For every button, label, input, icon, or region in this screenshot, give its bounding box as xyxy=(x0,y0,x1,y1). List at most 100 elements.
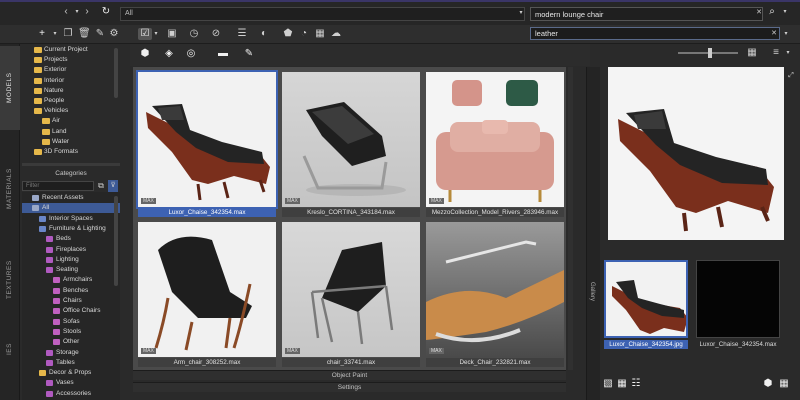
library-tree-item[interactable]: People xyxy=(44,97,64,104)
clear-filter-icon[interactable]: ✕ xyxy=(770,28,778,40)
sort-dropdown-icon[interactable]: ▾ xyxy=(784,47,792,59)
category-item[interactable]: Fireplaces xyxy=(56,246,86,253)
forward-icon[interactable]: › xyxy=(82,6,92,18)
library-scrollbar[interactable] xyxy=(114,48,118,98)
edit-square-icon[interactable]: ✎ xyxy=(242,48,256,60)
splitter[interactable] xyxy=(22,163,120,166)
back-icon[interactable]: ‹ xyxy=(60,6,72,18)
category-item[interactable]: Decor & Props xyxy=(49,369,91,376)
duplicate-icon[interactable]: ❐ xyxy=(62,28,74,40)
briefcase-icon[interactable]: ▬ xyxy=(216,48,230,60)
view-dropdown-icon[interactable]: ▾ xyxy=(152,28,160,40)
layers-icon[interactable]: ▣ xyxy=(166,28,178,40)
category-item[interactable]: Sofas xyxy=(63,318,80,325)
asset-thumbnail[interactable] xyxy=(136,70,278,209)
expand-icon[interactable]: ⤢ xyxy=(786,70,796,82)
category-item[interactable]: All xyxy=(42,204,49,211)
category-item[interactable]: Other xyxy=(63,338,79,345)
library-tree-item[interactable]: Current Project xyxy=(44,46,88,53)
grid-tiles-icon[interactable]: ▦ xyxy=(778,378,790,390)
category-item[interactable]: Furniture & Lighting xyxy=(49,225,106,232)
search-icon[interactable]: ⌕ xyxy=(766,6,778,18)
grid-small-icon[interactable]: ▦ xyxy=(616,378,628,390)
add-dropdown-icon[interactable]: ▾ xyxy=(50,28,60,40)
asset-card[interactable]: MAX Luxor_Chaise_342354.max xyxy=(136,70,278,217)
preview-file-thumb[interactable] xyxy=(696,260,780,338)
tab-models[interactable]: MODELS xyxy=(0,46,20,130)
tab-materials[interactable]: MATERIALS xyxy=(0,144,20,234)
view-mode-icon[interactable]: ☑ xyxy=(138,28,152,40)
library-tree-item[interactable]: Vehicles xyxy=(44,107,68,114)
category-item[interactable]: Beds xyxy=(56,235,71,242)
category-item[interactable]: Benches xyxy=(63,287,88,294)
category-item[interactable]: Lighting xyxy=(56,256,79,263)
object-view-icon[interactable]: ⬢ xyxy=(762,378,774,390)
category-item[interactable]: Chairs xyxy=(63,297,82,304)
asset-card[interactable]: MAX Arm_chair_308252.max xyxy=(138,222,276,367)
search-dropdown-icon[interactable]: ▾ xyxy=(780,6,790,18)
category-item[interactable]: Storage xyxy=(56,349,79,356)
hidden-icon[interactable]: ⊘ xyxy=(210,28,222,40)
preview-file-thumb[interactable] xyxy=(604,260,688,338)
tab-ies[interactable]: IES xyxy=(0,334,20,364)
list-icon[interactable]: ☰ xyxy=(236,28,248,40)
preview-file-name[interactable]: Luxor_Chaise_342354.jpg xyxy=(604,340,688,349)
search-input[interactable]: modern lounge chair xyxy=(530,7,763,21)
category-item[interactable]: Armchairs xyxy=(63,276,92,283)
size-slider-handle[interactable] xyxy=(708,48,712,58)
gallery-label[interactable]: Gallery xyxy=(589,282,595,301)
grid-view-icon[interactable]: ▦ xyxy=(746,47,758,59)
tag-filter-input[interactable]: leather xyxy=(530,27,780,40)
library-tree-item[interactable]: Nature xyxy=(44,87,64,94)
grid-icon[interactable]: ▦ xyxy=(314,28,326,40)
paint-icon[interactable]: ◐ xyxy=(258,28,270,40)
list-view-icon[interactable]: ☷ xyxy=(630,378,642,390)
asset-card[interactable]: MAX Kreslo_CORTINA_343184.max xyxy=(282,72,420,217)
asset-card[interactable]: MAX MezzoCollection_Model_Rivers_283946.… xyxy=(426,72,564,217)
library-tree-item[interactable]: 3D Formats xyxy=(44,148,78,155)
settings-panel[interactable]: Settings xyxy=(133,382,566,392)
category-item[interactable]: Tables xyxy=(56,359,75,366)
library-tree-item[interactable]: Interior xyxy=(44,77,64,84)
asset-card[interactable]: MAX chair_33741.max xyxy=(282,222,420,367)
sort-icon[interactable]: ≡ xyxy=(770,47,782,59)
category-item[interactable]: Seating xyxy=(56,266,78,273)
library-tree-item[interactable]: Land xyxy=(52,128,66,135)
preview-file-name[interactable]: Luxor_Chaise_342354.max xyxy=(696,340,780,349)
clock-icon[interactable]: ◷ xyxy=(188,28,200,40)
categories-scrollbar[interactable] xyxy=(114,196,118,286)
pie-icon[interactable]: ◔ xyxy=(298,28,310,40)
filter-icon[interactable]: ⊽ xyxy=(108,180,118,192)
asset-thumbnail[interactable] xyxy=(282,222,420,357)
image-icon[interactable]: ▧ xyxy=(602,378,614,390)
categories-filter[interactable]: Filter xyxy=(22,181,94,191)
asset-card[interactable]: MAX Deck_Chair_232821.max xyxy=(426,222,564,367)
library-tree-item[interactable]: Water xyxy=(52,138,69,145)
category-item[interactable]: Accessories xyxy=(56,390,91,397)
grid-scrollbar[interactable] xyxy=(568,67,573,370)
object-paint-panel[interactable]: Object Paint xyxy=(133,370,566,380)
add-icon[interactable]: + xyxy=(36,28,48,40)
tab-textures[interactable]: TEXTURES xyxy=(0,240,20,320)
edit-icon[interactable]: ✎ xyxy=(94,28,106,40)
category-item[interactable]: Stools xyxy=(63,328,81,335)
asset-thumbnail[interactable] xyxy=(426,72,564,207)
material-icon[interactable]: ⬢ xyxy=(138,48,152,60)
asset-thumbnail[interactable] xyxy=(282,72,420,207)
category-item[interactable]: Interior Spaces xyxy=(49,215,93,222)
settings-gear-icon[interactable]: ⚙ xyxy=(108,28,120,40)
library-tree-item[interactable]: Exterior xyxy=(44,66,66,73)
asset-thumbnail[interactable] xyxy=(426,222,564,357)
object-icon[interactable]: ◈ xyxy=(162,48,176,60)
asset-thumbnail[interactable] xyxy=(138,222,276,357)
scene-icon[interactable]: ◎ xyxy=(184,48,198,60)
path-field[interactable]: All xyxy=(120,7,525,21)
filter-dropdown-icon[interactable]: ▾ xyxy=(782,28,790,40)
clear-search-icon[interactable]: ✕ xyxy=(754,7,764,19)
cloud-icon[interactable]: ☁ xyxy=(330,28,342,40)
library-tree-item[interactable]: Air xyxy=(52,117,60,124)
category-item[interactable]: Vases xyxy=(56,379,74,386)
path-dropdown-icon[interactable]: ▾ xyxy=(516,7,526,19)
library-tree-item[interactable]: Projects xyxy=(44,56,67,63)
copy-icon[interactable]: ⧉ xyxy=(96,180,106,192)
